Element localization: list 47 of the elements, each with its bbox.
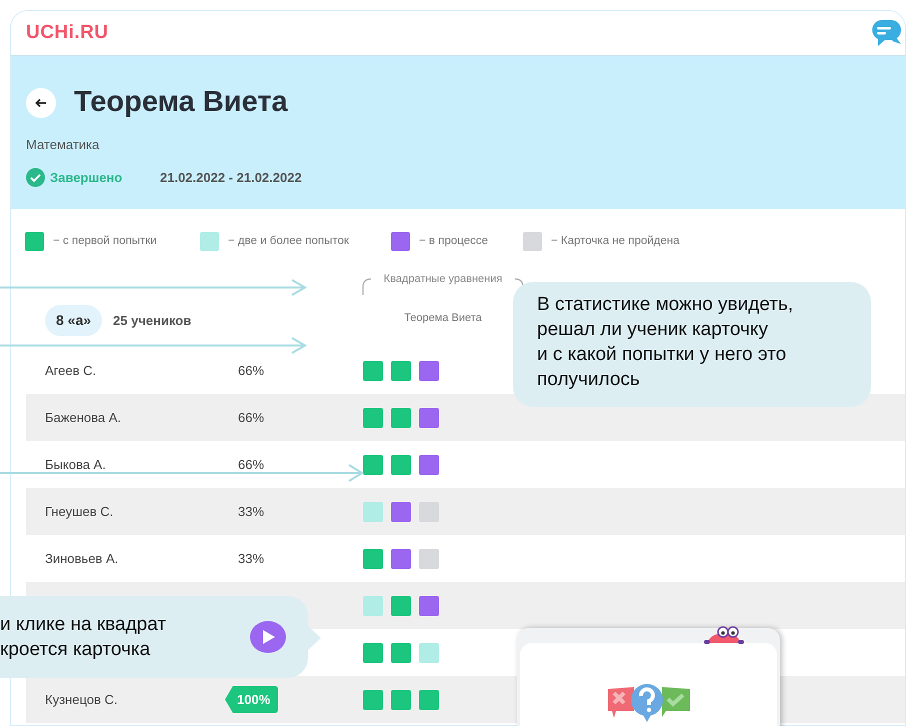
legend-label: − в процессе: [419, 234, 488, 249]
score: 66%: [238, 408, 264, 427]
student-name[interactable]: Гнеушев С.: [45, 504, 114, 518]
subject-label: Математика: [26, 136, 100, 154]
student-name[interactable]: Агеев С.: [45, 362, 96, 378]
result-square[interactable]: [363, 642, 383, 662]
result-square[interactable]: [391, 642, 411, 662]
result-square[interactable]: [363, 454, 383, 474]
score: 100%: [225, 686, 278, 714]
result-square[interactable]: [419, 454, 439, 474]
result-square[interactable]: [391, 502, 411, 522]
result-square[interactable]: [363, 360, 383, 380]
student-name[interactable]: Быкова А.: [45, 456, 106, 472]
legend-label: − две и более попыток: [228, 234, 349, 249]
result-square[interactable]: [363, 408, 383, 428]
play-button[interactable]: [250, 621, 286, 653]
callout-text: и клике на квадрат кроется карточка: [0, 613, 168, 662]
result-square[interactable]: [391, 548, 411, 568]
result-square[interactable]: [391, 408, 411, 428]
callout-bubble: В статистике можно увидеть, решал ли ученик карточку и с какой попытки у него это получилось: [513, 282, 871, 407]
result-square[interactable]: [419, 408, 439, 428]
score: 33%: [238, 550, 264, 568]
back-button[interactable]: [26, 88, 56, 118]
student-name[interactable]: Кузнецов С.: [45, 692, 118, 706]
legend-label: − Карточка не пройдена: [551, 234, 680, 249]
result-square[interactable]: [363, 690, 383, 710]
result-square[interactable]: [391, 360, 411, 380]
back-arrow-icon: [35, 98, 47, 108]
student-name[interactable]: Зиновьев А.: [45, 550, 118, 566]
score: 33%: [238, 502, 264, 521]
score: 66%: [238, 362, 264, 380]
result-square[interactable]: [391, 454, 411, 474]
result-square[interactable]: [391, 596, 411, 616]
result-square[interactable]: [419, 596, 439, 616]
status-label: Завершено: [50, 169, 124, 187]
student-count: 25 учеников: [113, 312, 192, 330]
legend-label: − с первой попытки: [53, 234, 157, 249]
result-square[interactable]: [419, 690, 439, 710]
score: 66%: [238, 456, 264, 474]
result-square[interactable]: [363, 548, 383, 568]
page-title: Теорема Виета: [74, 85, 288, 120]
column-heading: Теорема Виета: [404, 310, 482, 326]
class-pill[interactable]: 8 «а»: [45, 305, 102, 336]
student-name[interactable]: Баженова А.: [45, 410, 121, 424]
result-square[interactable]: [419, 360, 439, 380]
date-range: 21.02.2022 - 21.02.2022: [160, 169, 302, 187]
result-square[interactable]: [391, 690, 411, 710]
